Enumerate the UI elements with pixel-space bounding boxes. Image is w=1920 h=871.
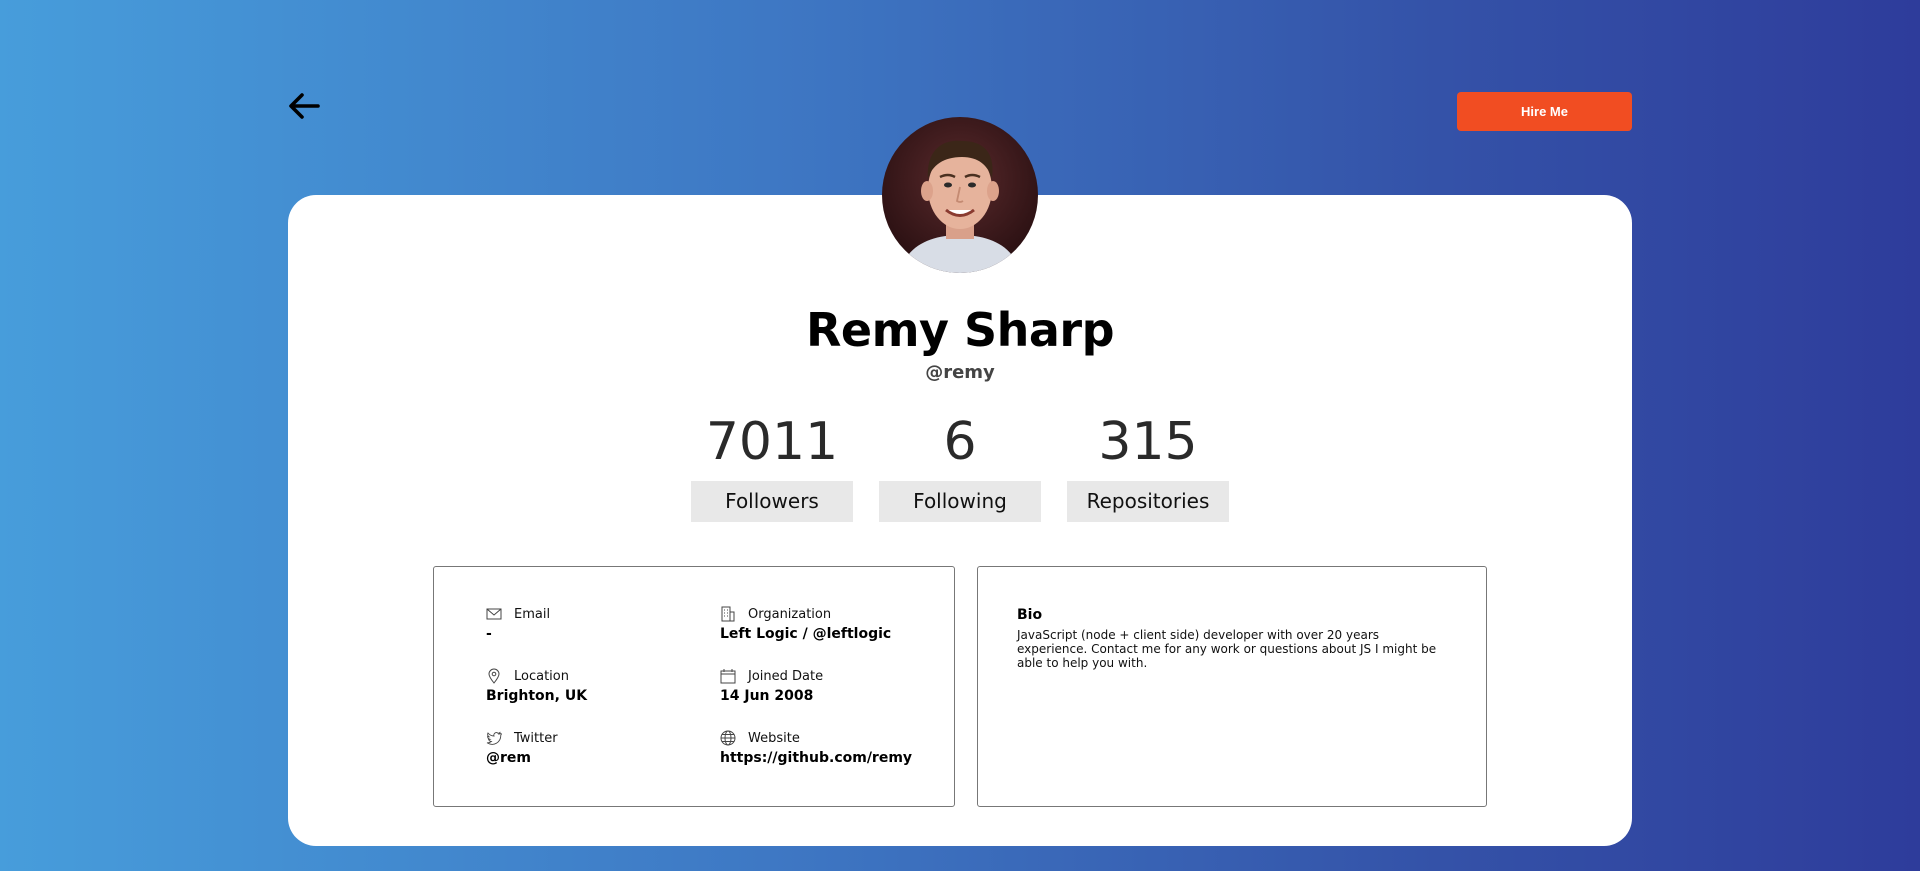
detail-label: Joined Date [748,668,824,684]
stat-value: 315 [1098,412,1198,472]
stat-followers[interactable]: 7011 Followers [691,410,853,522]
stat-label: Followers [691,481,853,522]
profile-name: Remy Sharp [805,303,1115,357]
stat-value: 7011 [705,412,839,472]
profile-handle: @remy [925,362,995,383]
twitter-icon [486,731,502,745]
bio-title: Bio [1017,607,1043,623]
mail-icon [486,608,502,620]
stat-repositories[interactable]: 315 Repositories [1067,410,1229,522]
detail-label: Location [514,668,569,684]
hire-me-button[interactable]: Hire Me [1457,92,1632,131]
detail-value: - [486,626,492,642]
stat-label: Repositories [1067,481,1229,522]
bio-panel: Bio JavaScript (node + client side) deve… [977,566,1487,807]
stat-following[interactable]: 6 Following [879,410,1041,522]
stat-label: Following [879,481,1041,522]
location-pin-icon [488,668,500,684]
detail-value: Brighton, UK [486,688,588,704]
details-panel: Email - Organization Left Logic / @leftl… [433,566,955,807]
avatar [882,117,1038,273]
detail-value: Left Logic / @leftlogic [720,626,892,642]
detail-label: Organization [748,606,832,622]
detail-label: Twitter [514,730,558,746]
back-button[interactable] [284,86,324,126]
stat-value: 6 [943,412,977,472]
detail-label: Website [748,730,800,746]
detail-value[interactable]: https://github.com/remy [720,750,940,766]
detail-label: Email [514,606,551,622]
detail-website[interactable]: Website https://github.com/remy [720,729,940,766]
building-icon [721,606,735,622]
detail-organization: Organization Left Logic / @leftlogic [720,605,940,642]
detail-location: Location Brighton, UK [486,667,706,705]
globe-icon [720,730,736,746]
detail-value: 14 Jun 2008 [720,688,814,704]
detail-twitter[interactable]: Twitter @rem [486,729,706,767]
detail-value[interactable]: @rem [486,750,706,766]
arrow-left-icon [289,93,320,119]
bio-text: JavaScript (node + client side) develope… [1017,628,1437,670]
detail-email: Email - [486,605,706,643]
calendar-icon [720,669,736,684]
detail-joined-date: Joined Date 14 Jun 2008 [720,667,940,705]
